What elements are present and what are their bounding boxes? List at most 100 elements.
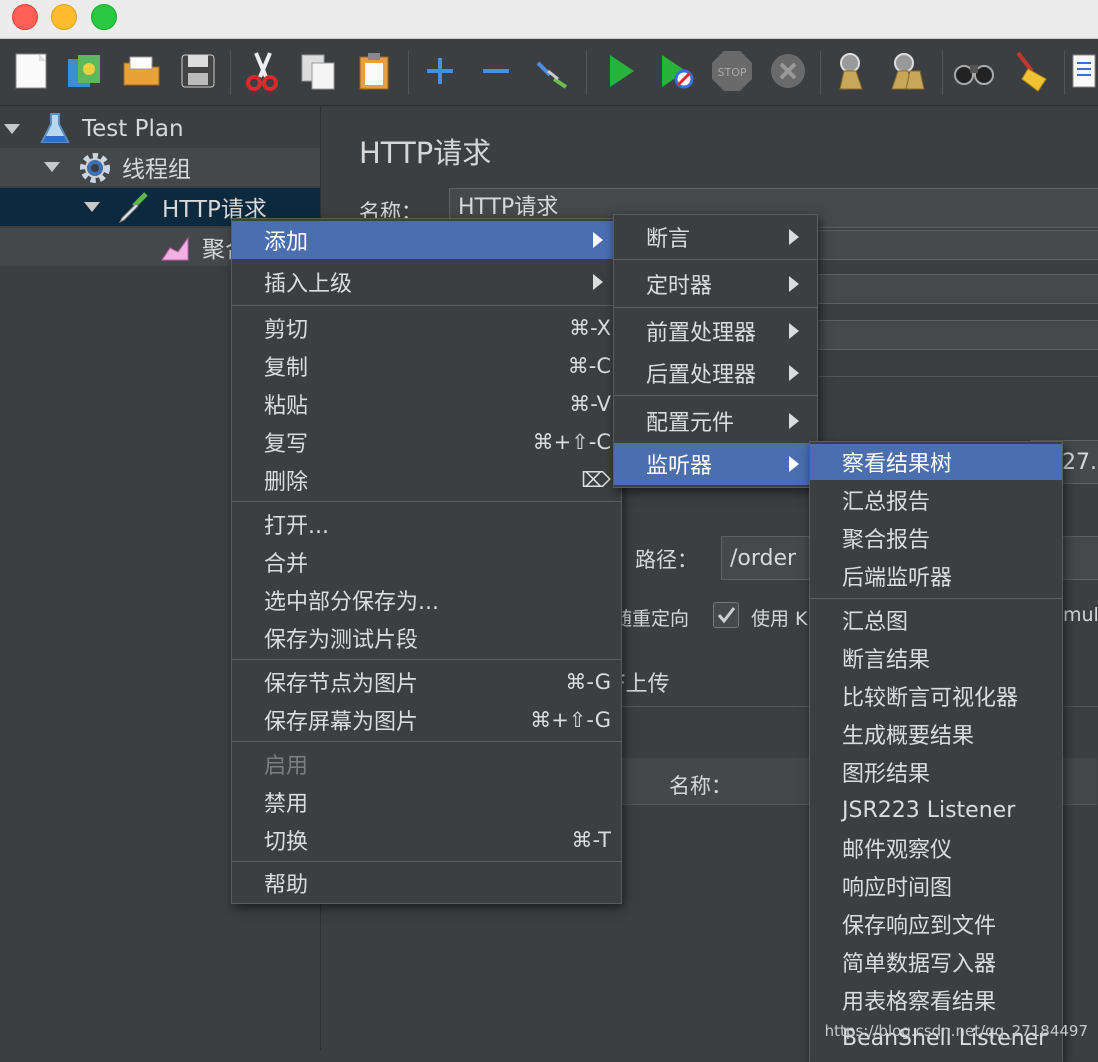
page-title: HTTP请求 (359, 136, 492, 170)
menu-item-save-as-test-fragment[interactable]: 保存为测试片段 (232, 619, 621, 657)
submenu-item-post-processors[interactable]: 后置处理器 (614, 353, 817, 393)
listener-view-results-tree[interactable]: 察看结果树 (810, 444, 1062, 480)
menu-item-save-selection-as[interactable]: 选中部分保存为... (232, 581, 621, 619)
flask-icon (40, 113, 70, 143)
stop-button[interactable]: STOP (710, 49, 754, 93)
submenu-item-config-elements[interactable]: 配置元件 (614, 401, 817, 441)
menu-item-label: 插入上级 (264, 272, 353, 297)
shutdown-x-icon (771, 54, 805, 88)
save-button[interactable] (176, 49, 220, 93)
shortcut-label: ⌘+⇧-G (530, 708, 611, 732)
submenu-arrow-icon (593, 232, 603, 248)
menu-item-cut[interactable]: 剪切 ⌘-X (232, 309, 621, 347)
tree-item-test-plan[interactable]: Test Plan (0, 110, 320, 148)
listener-response-time-graph[interactable]: 响应时间图 (810, 868, 1062, 904)
gear-icon (80, 153, 110, 183)
menu-item-label: 断言 (646, 227, 691, 252)
expand-arrow-icon[interactable] (44, 162, 60, 172)
shortcut-label: ⌘-T (571, 828, 611, 852)
listener-jsr223[interactable]: JSR223 Listener (810, 792, 1062, 828)
menu-item-save-screen-as-image[interactable]: 保存屏幕为图片 ⌘+⇧-G (232, 701, 621, 739)
close-window-button[interactable] (12, 4, 38, 30)
toggle-button[interactable] (530, 49, 574, 93)
menu-item-label: 简单数据写入器 (842, 952, 997, 977)
new-button[interactable] (10, 49, 54, 93)
listener-backend-listener[interactable]: 后端监听器 (810, 558, 1062, 594)
listener-save-responses-to-file[interactable]: 保存响应到文件 (810, 906, 1062, 942)
menu-item-merge[interactable]: 合并 (232, 543, 621, 581)
menu-item-label: 复写 (264, 432, 309, 457)
listener-generate-summary-results[interactable]: 生成概要结果 (810, 716, 1062, 752)
start-no-pauses-button[interactable] (654, 49, 698, 93)
reset-search-button[interactable] (1008, 49, 1052, 93)
menu-item-label: 前置处理器 (646, 321, 757, 346)
listener-summary-report[interactable]: 汇总报告 (810, 482, 1062, 518)
clipboard-icon (359, 53, 389, 90)
menu-item-disable[interactable]: 禁用 (232, 783, 621, 821)
cut-button[interactable] (240, 49, 284, 93)
multipart-label: mult (1063, 604, 1098, 626)
menu-item-label: 察看结果树 (842, 452, 953, 477)
listener-graph-results[interactable]: 图形结果 (810, 754, 1062, 790)
menu-item-toggle[interactable]: 切换 ⌘-T (232, 821, 621, 859)
play-icon (610, 55, 634, 87)
menu-item-duplicate[interactable]: 复写 ⌘+⇧-C (232, 423, 621, 461)
submenu-item-pre-processors[interactable]: 前置处理器 (614, 311, 817, 351)
menu-item-label: 汇总报告 (842, 490, 931, 515)
chart-icon (161, 236, 189, 261)
copy-icon (301, 54, 335, 90)
zoom-window-button[interactable] (91, 4, 117, 30)
checkmark-icon (717, 607, 736, 624)
shutdown-button[interactable] (766, 49, 810, 93)
menu-item-open[interactable]: 打开... (232, 505, 621, 543)
new-file-icon (15, 53, 47, 89)
menu-item-insert-parent[interactable]: 插入上级 (232, 263, 621, 301)
listener-assertion-results[interactable]: 断言结果 (810, 640, 1062, 676)
delete-key-icon: ⌦ (581, 468, 611, 492)
menu-item-label: 删除 (264, 470, 309, 495)
menu-item-label: 响应时间图 (842, 876, 953, 901)
listener-aggregate-graph[interactable]: 汇总图 (810, 602, 1062, 638)
submenu-item-timers[interactable]: 定时器 (614, 263, 817, 305)
expand-arrow-icon[interactable] (84, 202, 100, 212)
clear-button[interactable] (830, 49, 874, 93)
search-button[interactable] (952, 49, 996, 93)
menu-item-help[interactable]: 帮助 (232, 865, 621, 901)
copy-button[interactable] (296, 49, 340, 93)
menu-item-label: 帮助 (264, 873, 309, 898)
menu-item-label: 断言结果 (842, 648, 931, 673)
use-keepalive-checkbox[interactable] (713, 602, 739, 628)
menu-item-add[interactable]: 添加 (232, 221, 621, 259)
tree-item-thread-group[interactable]: 线程组 (0, 148, 320, 186)
paste-button[interactable] (352, 49, 396, 93)
menu-item-label: 保存屏幕为图片 (264, 710, 419, 735)
collapse-all-button[interactable] (474, 49, 518, 93)
submenu-item-assertions[interactable]: 断言 (614, 217, 817, 257)
templates-button[interactable] (62, 49, 106, 93)
menu-separator (810, 598, 1062, 599)
expand-all-button[interactable] (418, 49, 462, 93)
listener-simple-data-writer[interactable]: 简单数据写入器 (810, 944, 1062, 980)
menu-item-label: 监听器 (646, 454, 713, 479)
expand-arrow-icon[interactable] (4, 124, 20, 134)
listener-aggregate-report[interactable]: 聚合报告 (810, 520, 1062, 556)
toolbar: STOP (0, 39, 1098, 106)
start-button[interactable] (598, 49, 642, 93)
listener-view-results-in-table[interactable]: 用表格察看结果 (810, 982, 1062, 1018)
menu-item-save-node-as-image[interactable]: 保存节点为图片 ⌘-G (232, 663, 621, 701)
menu-item-copy[interactable]: 复制 ⌘-C (232, 347, 621, 385)
menu-item-delete[interactable]: 删除 ⌦ (232, 461, 621, 499)
submenu-arrow-icon (789, 413, 799, 429)
menu-item-paste[interactable]: 粘贴 ⌘-V (232, 385, 621, 423)
listener-mailer-visualizer[interactable]: 邮件观察仪 (810, 830, 1062, 866)
function-helper-button[interactable] (1068, 49, 1098, 93)
listener-comparison-assertion-visualizer[interactable]: 比较断言可视化器 (810, 678, 1062, 714)
follow-redirects-label: 随重定向 (613, 608, 690, 630)
menu-separator (232, 741, 621, 742)
clear-all-button[interactable] (886, 49, 930, 93)
open-button[interactable] (120, 49, 164, 93)
minimize-window-button[interactable] (51, 4, 77, 30)
menu-item-label: 汇总图 (842, 610, 909, 635)
submenu-item-listeners[interactable]: 监听器 (614, 443, 817, 485)
menu-item-label: 生成概要结果 (842, 724, 975, 749)
